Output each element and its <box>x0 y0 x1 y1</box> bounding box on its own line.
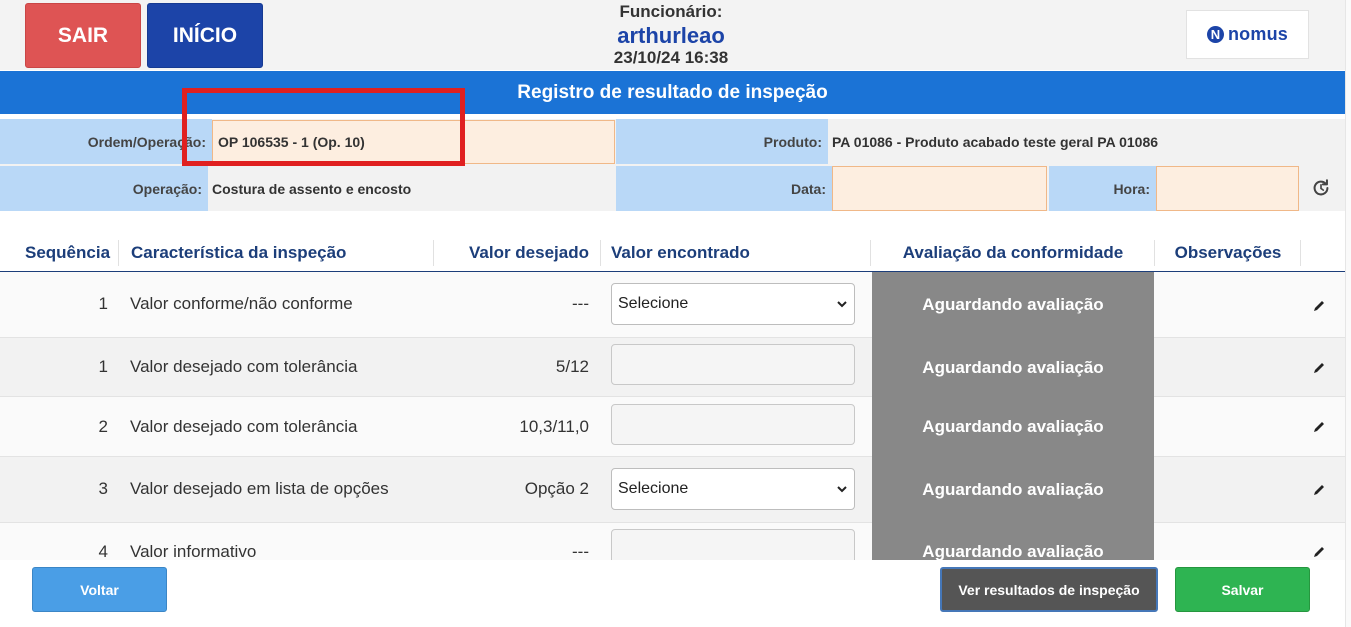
time-field[interactable] <box>1156 166 1299 211</box>
select-value: Selecione <box>618 295 689 312</box>
pencil-icon[interactable] <box>1311 544 1327 560</box>
conformity-status: Aguardando avaliação <box>872 338 1154 397</box>
header-divider <box>870 240 871 266</box>
logo-text: nomus <box>1227 24 1288 44</box>
time-label: Hora: <box>1049 166 1156 211</box>
pencil-icon[interactable] <box>1311 482 1327 498</box>
page-title: Registro de resultado de inspeção <box>0 71 1345 114</box>
row-sequence: 2 <box>98 417 108 436</box>
found-value-input[interactable] <box>611 344 855 385</box>
refresh-icon[interactable] <box>1310 177 1332 199</box>
row-desired-value: 5/12 <box>555 357 589 376</box>
row-sequence: 3 <box>98 479 108 498</box>
employee-label: Funcionário: <box>619 2 723 21</box>
row-desired-value: 10,3/11,0 <box>519 417 589 436</box>
chevron-down-icon <box>837 486 847 493</box>
row-sequence: 1 <box>98 357 108 376</box>
found-value-input[interactable] <box>611 529 855 560</box>
row-desired-value: --- <box>572 542 589 560</box>
header-desired-value: Valor desejado <box>469 242 589 262</box>
header-observations: Observações <box>1174 242 1282 262</box>
scrollbar[interactable] <box>1345 0 1351 627</box>
header-sequence: Sequência <box>25 242 111 262</box>
home-button[interactable]: INÍCIO <box>147 3 263 68</box>
header-conformity: Avaliação da conformidade <box>902 242 1124 262</box>
row-characteristic: Valor conforme/não conforme <box>130 294 353 313</box>
row-characteristic: Valor desejado com tolerância <box>130 357 358 376</box>
product-label: Produto: <box>616 119 828 164</box>
select-value: Selecione <box>618 480 689 497</box>
order-field[interactable]: OP 106535 - 1 (Op. 10) <box>212 120 615 164</box>
table-row: 1 Valor conforme/não conforme --- Seleci… <box>0 272 1345 338</box>
view-results-button[interactable]: Ver resultados de inspeção <box>940 567 1158 612</box>
table-header: Sequência Característica da inspeção Val… <box>0 234 1345 272</box>
employee-name: arthurleao <box>617 23 725 48</box>
header-found-value: Valor encontrado <box>611 242 750 262</box>
conformity-status: Aguardando avaliação <box>872 272 1154 338</box>
date-label: Data: <box>616 166 832 211</box>
table-row: 2 Valor desejado com tolerância 10,3/11,… <box>0 397 1345 457</box>
conformity-status: Aguardando avaliação <box>872 523 1154 560</box>
date-field[interactable] <box>832 166 1047 211</box>
order-label: Ordem/Operação: <box>0 119 212 164</box>
pencil-icon[interactable] <box>1311 298 1327 314</box>
header-characteristic: Característica da inspeção <box>131 242 347 262</box>
inspection-table-body: 1 Valor conforme/não conforme --- Seleci… <box>0 272 1345 560</box>
row-sequence: 4 <box>98 542 108 560</box>
table-row: 1 Valor desejado com tolerância 5/12 Agu… <box>0 338 1345 397</box>
pencil-icon[interactable] <box>1311 419 1327 435</box>
product-value: PA 01086 - Produto acabado teste geral P… <box>828 119 1345 164</box>
pencil-icon[interactable] <box>1311 360 1327 376</box>
table-row: 3 Valor desejado em lista de opções Opçã… <box>0 457 1345 523</box>
chevron-down-icon <box>837 301 847 308</box>
current-datetime: 23/10/24 16:38 <box>613 48 729 67</box>
row-characteristic: Valor informativo <box>130 542 257 560</box>
back-button[interactable]: Voltar <box>32 567 167 612</box>
row-characteristic: Valor desejado com tolerância <box>130 417 358 436</box>
table-row: 4 Valor informativo --- Aguardando avali… <box>0 523 1345 560</box>
exit-button[interactable]: SAIR <box>25 3 141 68</box>
header-divider <box>600 240 601 266</box>
operation-value: Costura de assento e encosto <box>208 166 615 211</box>
save-button[interactable]: Salvar <box>1175 567 1310 612</box>
nomus-logo: N nomus <box>1186 10 1309 59</box>
found-value-input[interactable] <box>611 404 855 445</box>
conformity-status: Aguardando avaliação <box>872 397 1154 457</box>
row-sequence: 1 <box>98 294 108 313</box>
operation-label: Operação: <box>0 166 208 211</box>
header: SAIR INÍCIO Funcionário: arthurleao 23/1… <box>0 0 1351 70</box>
row-desired-value: Opção 2 <box>524 479 589 498</box>
conformity-status: Aguardando avaliação <box>872 457 1154 523</box>
row-desired-value: --- <box>572 294 589 313</box>
found-value-select[interactable]: Selecione <box>611 283 855 325</box>
header-divider <box>118 240 119 266</box>
row-characteristic: Valor desejado em lista de opções <box>130 479 389 498</box>
found-value-select[interactable]: Selecione <box>611 468 855 510</box>
header-divider <box>1300 240 1301 266</box>
logo-mark-icon: N <box>1206 26 1224 43</box>
